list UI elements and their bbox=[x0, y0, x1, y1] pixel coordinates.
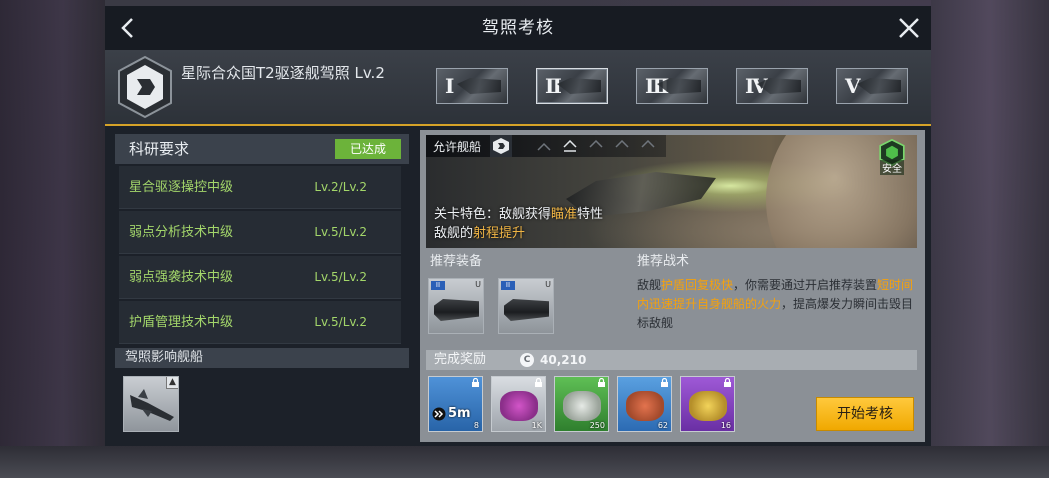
tier-tab-3[interactable]: Ⅲ bbox=[636, 68, 708, 104]
crystal-icon bbox=[500, 391, 538, 421]
credit-icon: C bbox=[520, 353, 534, 367]
requirement-name: 护盾管理技术中级 bbox=[129, 315, 234, 330]
destroyer-class-icon bbox=[490, 135, 512, 157]
influence-title: 驾照影响舰船 bbox=[115, 348, 409, 368]
lock-icon bbox=[661, 378, 668, 387]
license-exam-dialog: 驾照考核 星际合众国T2驱逐舰驾照 Lv.2 Ⅰ Ⅱ Ⅲ Ⅳ Ⅴ 科研要求 已达… bbox=[105, 6, 931, 446]
stage-feature-text: 关卡特色：敌舰获得瞄准特性 敌舰的射程提升 bbox=[434, 207, 604, 241]
tier-tab-5[interactable]: Ⅴ bbox=[836, 68, 908, 104]
tier-tab-4[interactable]: Ⅳ bbox=[736, 68, 808, 104]
fast-forward-icon bbox=[432, 407, 446, 420]
allowed-ships-strip: 允许舰船 bbox=[426, 135, 666, 157]
lock-icon bbox=[598, 378, 605, 387]
research-header: 科研要求 已达成 bbox=[115, 134, 409, 164]
crystal-icon bbox=[563, 391, 601, 421]
ship-silhouette bbox=[857, 78, 901, 94]
chevron-up-icon bbox=[614, 139, 630, 153]
crystal-icon bbox=[626, 391, 664, 421]
requirement-list: 星合驱逐操控中级 Lv.2/Lv.2 弱点分析技术中级 Lv.5/Lv.2 弱点… bbox=[115, 166, 411, 344]
recommended-equipment-title: 推荐装备 bbox=[430, 254, 483, 269]
status-badge: 已达成 bbox=[335, 139, 401, 159]
item-count: 1K bbox=[531, 421, 542, 430]
rarity-mark: U bbox=[545, 280, 551, 289]
background-bottom bbox=[0, 446, 1049, 478]
reward-item-crystal[interactable]: 250 bbox=[554, 376, 609, 432]
safe-label: 安全 bbox=[880, 160, 904, 175]
chevron-up-icon: ▲ bbox=[166, 377, 178, 389]
tactics-description: 敌舰护盾回复极快，你需要通过开启推荐装置短时间内迅速提升自身舰船的火力，提高爆发… bbox=[637, 278, 914, 330]
weapon-icon bbox=[434, 299, 479, 321]
reward-item-crystal[interactable]: 1K bbox=[491, 376, 546, 432]
tier-tab-1[interactable]: Ⅰ bbox=[436, 68, 508, 104]
allowed-ships-label: 允许舰船 bbox=[433, 140, 482, 154]
license-bar: 星际合众国T2驱逐舰驾照 Lv.2 Ⅰ Ⅱ Ⅲ Ⅳ Ⅴ bbox=[105, 50, 931, 126]
license-name: 星际合众国T2驱逐舰驾照 Lv.2 bbox=[181, 64, 385, 82]
recommended-tactics-title: 推荐战术 bbox=[637, 254, 690, 269]
reward-item-speedup[interactable]: 5m 8 bbox=[428, 376, 483, 432]
speedup-time: 5m bbox=[432, 406, 471, 421]
research-title: 科研要求 bbox=[129, 140, 190, 158]
item-count: 8 bbox=[473, 421, 479, 430]
chevron-up-double-icon bbox=[562, 139, 578, 153]
crystal-icon bbox=[689, 391, 727, 421]
equipment-card[interactable]: II U bbox=[498, 278, 554, 334]
stage-scene: 允许舰船 安全 关卡特色：敌舰获得瞄准特性 敌舰的射程提升 bbox=[426, 135, 917, 248]
tier-badge: II bbox=[431, 281, 445, 290]
requirements-panel: 科研要求 已达成 星合驱逐操控中级 Lv.2/Lv.2 弱点分析技术中级 Lv.… bbox=[115, 134, 411, 439]
influenced-ship-card[interactable]: ▲ bbox=[123, 376, 179, 432]
requirement-name: 弱点强袭技术中级 bbox=[129, 270, 234, 285]
safe-zone-badge: 安全 bbox=[875, 139, 909, 175]
tier-tabs: Ⅰ Ⅱ Ⅲ Ⅳ Ⅴ bbox=[436, 68, 908, 104]
tier-badge: II bbox=[501, 281, 515, 290]
equipment-card[interactable]: II U bbox=[428, 278, 484, 334]
item-count: 16 bbox=[720, 421, 731, 430]
lock-icon bbox=[535, 378, 542, 387]
requirement-level: Lv.5/Lv.2 bbox=[314, 225, 367, 239]
requirement-row: 护盾管理技术中级 Lv.5/Lv.2 bbox=[119, 301, 401, 344]
destroyer-class-icon bbox=[117, 55, 173, 119]
title-bar: 驾照考核 bbox=[105, 6, 931, 50]
close-icon bbox=[899, 18, 919, 38]
ship-silhouette bbox=[457, 78, 501, 94]
cross-icon bbox=[588, 139, 604, 153]
requirement-level: Lv.5/Lv.2 bbox=[314, 270, 367, 284]
start-exam-button[interactable]: 开始考核 bbox=[816, 397, 914, 431]
requirement-name: 星合驱逐操控中级 bbox=[129, 180, 234, 195]
background-right bbox=[931, 0, 1049, 478]
reward-item-crystal[interactable]: 16 bbox=[680, 376, 735, 432]
chevron-up-icon bbox=[640, 139, 656, 153]
item-count: 62 bbox=[657, 421, 668, 430]
requirement-row: 弱点强袭技术中级 Lv.5/Lv.2 bbox=[119, 256, 401, 299]
weapon-icon bbox=[504, 299, 549, 321]
reward-title: 完成奖励 bbox=[434, 352, 487, 367]
dialog-title: 驾照考核 bbox=[482, 18, 554, 38]
chevron-up-icon bbox=[536, 139, 552, 153]
item-count: 250 bbox=[589, 421, 605, 430]
requirement-level: Lv.2/Lv.2 bbox=[314, 180, 367, 194]
ship-silhouette bbox=[557, 78, 601, 94]
close-button[interactable] bbox=[891, 10, 927, 46]
requirement-row: 星合驱逐操控中级 Lv.2/Lv.2 bbox=[119, 166, 401, 209]
requirement-name: 弱点分析技术中级 bbox=[129, 225, 234, 240]
lock-icon bbox=[472, 378, 479, 387]
stage-panel: 允许舰船 安全 关卡特色：敌舰获得瞄准特性 敌舰的射程提升 推荐装备 推荐战术 … bbox=[420, 130, 925, 442]
rarity-mark: U bbox=[475, 280, 481, 289]
reward-item-crystal[interactable]: 62 bbox=[617, 376, 672, 432]
tier-tab-2[interactable]: Ⅱ bbox=[536, 68, 608, 104]
lock-icon bbox=[724, 378, 731, 387]
background-left bbox=[0, 0, 105, 478]
reward-items: 5m 8 1K 250 62 16 bbox=[428, 376, 735, 432]
requirement-level: Lv.5/Lv.2 bbox=[314, 315, 367, 329]
reward-bar: 完成奖励 C 40,210 bbox=[426, 350, 917, 370]
reward-amount: 40,210 bbox=[540, 353, 587, 367]
requirement-row: 弱点分析技术中级 Lv.5/Lv.2 bbox=[119, 211, 401, 254]
